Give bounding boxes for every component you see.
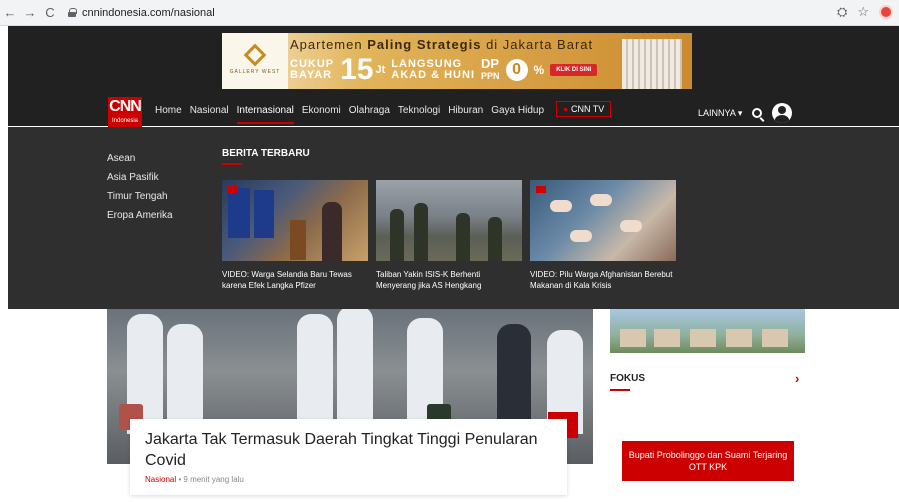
banner-logo-mark — [243, 43, 267, 67]
banner-title: Apartemen Paling Strategis di Jakarta Ba… — [290, 37, 594, 52]
building-image — [622, 39, 682, 89]
news-thumbnail[interactable] — [376, 180, 522, 261]
address-bar[interactable]: cnnindonesia.com/nasional — [68, 7, 215, 19]
news-card[interactable]: Taliban Yakin ISIS-K Berhenti Menyerang … — [376, 180, 522, 291]
main-nav: CNN Indonesia Home Nasional Internasiona… — [8, 97, 899, 131]
chevron-right-icon[interactable]: › — [795, 371, 799, 386]
subcategory-list: Asean Asia Pasifik Timur Tengah Eropa Am… — [107, 153, 173, 221]
nav-item-internasional[interactable]: Internasional — [236, 105, 294, 124]
nav-item-teknologi[interactable]: Teknologi — [398, 105, 440, 124]
nav-item-gaya-hidup[interactable]: Gaya Hidup — [491, 105, 544, 124]
news-card-title[interactable]: Taliban Yakin ISIS-K Berhenti Menyerang … — [376, 269, 522, 291]
extension-icon[interactable] — [879, 5, 893, 19]
video-badge-icon — [536, 186, 546, 193]
fokus-heading: FOKUS — [610, 373, 645, 384]
bookmark-star-icon[interactable]: ☆ — [857, 4, 869, 20]
video-badge-icon — [228, 186, 238, 193]
ad-banner[interactable]: GALLERY WEST Apartemen Paling Strategis … — [222, 33, 692, 89]
search-icon[interactable] — [752, 108, 763, 118]
cnn-logo[interactable]: CNN Indonesia — [108, 97, 142, 131]
nav-item-hiburan[interactable]: Hiburan — [448, 105, 483, 124]
berita-terbaru-heading: BERITA TERBARU — [222, 148, 310, 159]
subcategory-eropa-amerika[interactable]: Eropa Amerika — [107, 210, 173, 221]
translate-icon[interactable]: ⛭ — [837, 4, 847, 20]
news-card[interactable]: VIDEO: Warga Selandia Baru Tewas karena … — [222, 180, 368, 291]
news-thumbnail[interactable] — [530, 180, 676, 261]
headline-title[interactable]: Jakarta Tak Termasuk Daerah Tingkat Ting… — [145, 429, 552, 471]
news-card[interactable]: VIDEO: Pilu Warga Afghanistan Berebut Ma… — [530, 180, 676, 291]
fokus-topic-button[interactable]: Bupati Probolinggo dan Suami Terjaring O… — [622, 441, 794, 481]
news-thumbnail[interactable] — [222, 180, 368, 261]
browser-toolbar: ← → C cnnindonesia.com/nasional ⛭ ☆ — [0, 0, 899, 26]
headline-time: 9 menit yang lalu — [183, 475, 244, 484]
user-avatar-icon[interactable] — [772, 103, 793, 123]
subcategory-asia-pasifik[interactable]: Asia Pasifik — [107, 172, 173, 183]
fokus-underline — [610, 389, 630, 391]
nav-item-ekonomi[interactable]: Ekonomi — [302, 105, 341, 124]
reload-icon[interactable]: C — [40, 5, 60, 20]
nav-item-home[interactable]: Home — [155, 105, 182, 124]
headline-card[interactable]: Jakarta Tak Termasuk Daerah Tingkat Ting… — [130, 419, 567, 495]
back-icon[interactable]: ← — [0, 5, 20, 20]
news-card-title[interactable]: VIDEO: Warga Selandia Baru Tewas karena … — [222, 269, 368, 291]
lock-icon — [68, 8, 77, 17]
subcategory-asean[interactable]: Asean — [107, 153, 173, 164]
news-card-title[interactable]: VIDEO: Pilu Warga Afghanistan Berebut Ma… — [530, 269, 676, 291]
nav-menu: Home Nasional Internasional Ekonomi Olah… — [155, 105, 544, 124]
side-ad-image[interactable] — [610, 309, 805, 353]
banner-logo: GALLERY WEST — [222, 33, 288, 89]
headline-meta: Nasional • 9 menit yang lalu — [145, 475, 244, 484]
lainnya-menu[interactable]: LAINNYA ▾ — [698, 108, 742, 119]
nav-item-nasional[interactable]: Nasional — [190, 105, 229, 124]
banner-cta-button[interactable]: KLIK DI SINI — [550, 64, 598, 76]
cnn-tv-button[interactable]: ● CNN TV — [556, 101, 612, 117]
heading-underline — [222, 163, 242, 165]
forward-icon[interactable]: → — [20, 5, 40, 20]
banner-logo-text: GALLERY WEST — [229, 69, 281, 75]
url-text[interactable]: cnnindonesia.com/nasional — [82, 7, 215, 19]
headline-category[interactable]: Nasional — [145, 475, 176, 484]
nav-item-olahraga[interactable]: Olahraga — [349, 105, 390, 124]
banner-offer: CUKUP BAYAR 15 Jt LANGSUNG AKAD & HUNI DP P… — [290, 55, 598, 85]
subcategory-timur-tengah[interactable]: Timur Tengah — [107, 191, 173, 202]
